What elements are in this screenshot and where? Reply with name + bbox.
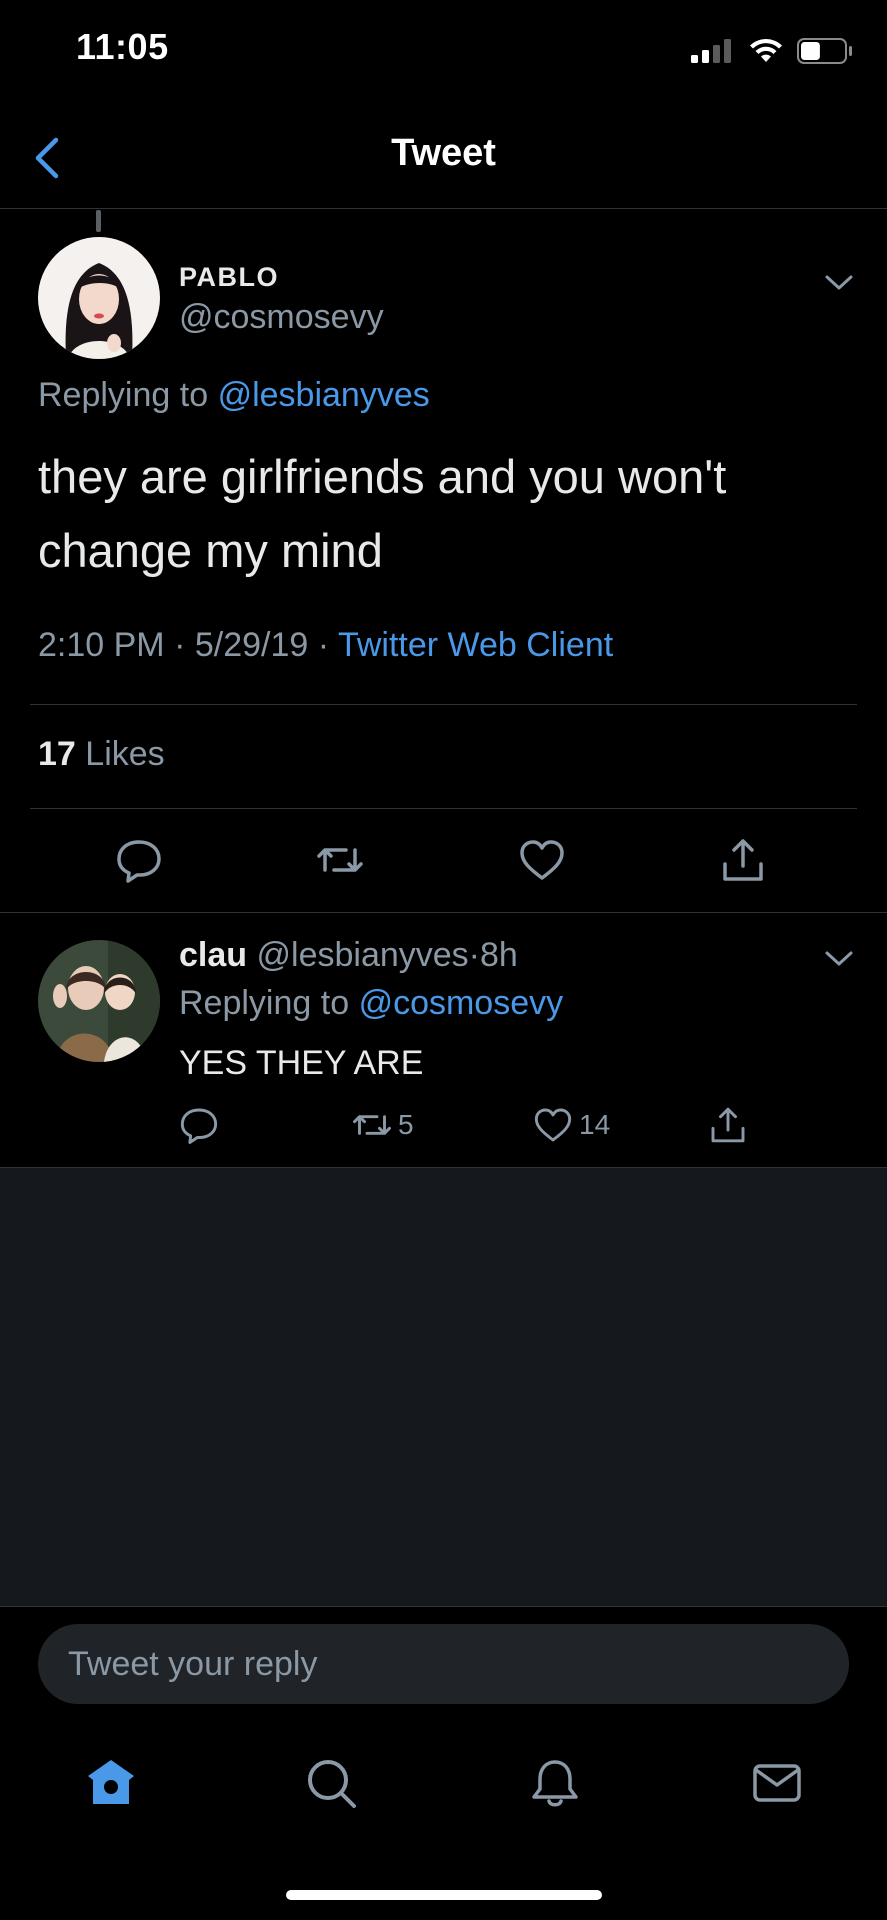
replying-to-link[interactable]: @cosmosevy (359, 984, 564, 1022)
divider (0, 1606, 887, 1607)
tweet-options-button[interactable] (822, 272, 856, 294)
retweet-icon (317, 848, 363, 872)
like-count: 14 (579, 1109, 611, 1140)
reply-replying-to: Replying to @cosmosevy (179, 984, 563, 1023)
page-title: Tweet (391, 132, 496, 174)
cellular-signal-icon (691, 39, 731, 63)
tweet-date: 5/29/19 (194, 626, 309, 664)
avatar[interactable] (38, 237, 160, 359)
tab-messages[interactable] (750, 1756, 804, 1810)
tab-search[interactable] (304, 1756, 358, 1810)
reply-button[interactable] (115, 836, 163, 884)
divider (30, 808, 857, 809)
tweet-time: 2:10 PM (38, 626, 165, 664)
comment-icon (117, 840, 161, 883)
divider (30, 704, 857, 705)
tab-home[interactable] (84, 1756, 138, 1810)
reply-text: YES THEY ARE (179, 1044, 424, 1082)
reply-author-name[interactable]: clau (179, 936, 247, 974)
replying-prefix: Replying to (38, 376, 209, 414)
likes-label: Likes (85, 735, 165, 773)
heart-icon (520, 840, 564, 880)
reply-time: 8h (480, 936, 518, 974)
divider (0, 912, 887, 913)
home-icon (88, 1760, 134, 1804)
tweet-author-name[interactable]: PABLO (179, 262, 279, 293)
reply-author-handle[interactable]: @lesbianyves (257, 936, 469, 974)
reply-header: clau @lesbianyves·8h (179, 936, 518, 975)
comment-icon (180, 1108, 218, 1144)
meta-separator: · (174, 626, 186, 664)
tweet-text: they are girlfriends and you won't chang… (38, 450, 727, 577)
tab-notifications[interactable] (528, 1756, 582, 1810)
thread-line (96, 210, 101, 232)
share-icon (711, 1107, 745, 1143)
battery-icon (797, 38, 852, 64)
status-icons (691, 38, 853, 64)
empty-area (0, 1168, 887, 1606)
share-button[interactable] (719, 836, 767, 884)
reply-like-button[interactable]: 14 (533, 1105, 610, 1145)
replying-prefix: Replying to (179, 984, 350, 1022)
home-indicator[interactable] (286, 1890, 602, 1900)
chevron-down-icon (825, 275, 853, 290)
likes-number: 17 (38, 735, 76, 773)
reply-avatar[interactable] (38, 940, 160, 1062)
retweet-button[interactable] (316, 836, 364, 884)
status-time: 11:05 (76, 26, 169, 67)
tweet-client-link[interactable]: Twitter Web Client (338, 626, 613, 664)
reply-retweet-button[interactable]: 5 (352, 1105, 414, 1145)
search-icon (308, 1760, 356, 1808)
meta-separator: · (468, 936, 480, 974)
nav-divider (0, 208, 887, 209)
chevron-down-icon (825, 951, 853, 966)
replying-to: Replying to @lesbianyves (38, 376, 430, 415)
reply-placeholder: Tweet your reply (68, 1645, 318, 1683)
wifi-icon (750, 39, 782, 62)
meta-separator: · (317, 626, 330, 664)
share-icon (723, 839, 763, 881)
tweet-author-handle[interactable]: @cosmosevy (179, 298, 384, 337)
reply-comment-button[interactable] (179, 1105, 219, 1145)
mail-icon (753, 1764, 801, 1802)
reply-share-button[interactable] (708, 1105, 748, 1145)
reply-options-button[interactable] (822, 948, 856, 970)
likes-count[interactable]: 17 Likes (38, 735, 165, 774)
retweet-icon (353, 1115, 391, 1135)
heart-icon (534, 1108, 572, 1142)
replying-to-link[interactable]: @lesbianyves (218, 376, 430, 414)
bell-icon (532, 1760, 578, 1807)
like-button[interactable] (518, 836, 566, 884)
tweet-meta: 2:10 PM · 5/29/19 · Twitter Web Client (38, 626, 613, 665)
retweet-count: 5 (398, 1109, 414, 1140)
